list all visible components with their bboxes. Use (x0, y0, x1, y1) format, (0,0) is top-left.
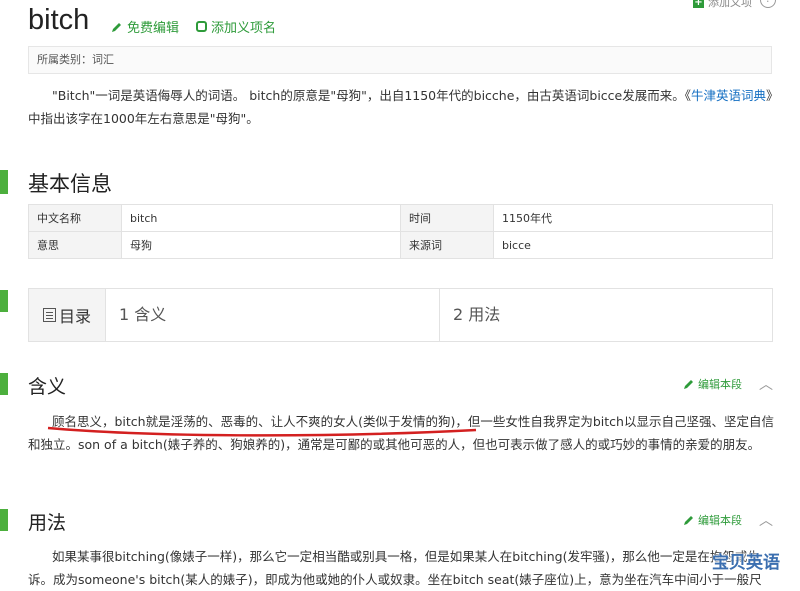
category-box: 所属类别：词汇 (28, 46, 772, 74)
section-bar (0, 509, 8, 531)
pencil-icon (112, 22, 121, 32)
meaning-heading: 含义 (28, 377, 67, 398)
intro-paragraph: "Bitch"一词是英语侮辱人的词语。 bitch的原意是"母狗"，出自1150… (28, 84, 773, 130)
watermark: 宝贝英语 (712, 553, 780, 573)
table-row: 中文名称 bitch 时间 1150年代 (28, 204, 773, 232)
info-key: 来源词 (400, 231, 494, 259)
page-title: bitch (28, 4, 90, 36)
collapse-icon[interactable]: ︿ (759, 510, 773, 530)
help-icon[interactable]: ? (760, 0, 776, 8)
add-meaning-icon (196, 21, 207, 32)
info-value: 母狗 (121, 231, 401, 259)
collapse-icon[interactable]: ︿ (759, 374, 773, 394)
info-value: 1150年代 (493, 204, 773, 232)
catalog-icon (42, 308, 56, 322)
table-row: 意思 母狗 来源词 bicce (28, 231, 773, 259)
info-key: 时间 (400, 204, 494, 232)
toc-item-usage[interactable]: 2 用法 (453, 289, 500, 341)
add-meaning-button[interactable]: 添加义项名 (196, 17, 276, 36)
oxford-dictionary-link[interactable]: 牛津英语词典 (691, 88, 766, 103)
edit-button[interactable]: 免费编辑 (111, 17, 179, 36)
toc-header: 目录 (29, 289, 106, 341)
edit-section-button[interactable]: 编辑本段 (683, 376, 742, 392)
add-meaning-top-button[interactable]: + 添加义项 (693, 0, 752, 10)
basic-info-heading: 基本信息 (28, 173, 112, 196)
add-meaning-top-label: 添加义项 (708, 0, 752, 9)
edit-section-button[interactable]: 编辑本段 (683, 512, 742, 528)
edit-section-label: 编辑本段 (698, 514, 742, 527)
info-value: bicce (493, 231, 773, 259)
usage-heading: 用法 (28, 513, 67, 534)
plus-icon: + (693, 0, 704, 8)
table-of-contents: 目录 1 含义 2 用法 (28, 288, 773, 342)
basic-info-table: 中文名称 bitch 时间 1150年代 意思 母狗 来源词 bicce (28, 204, 773, 259)
edit-label: 免费编辑 (127, 21, 180, 36)
section-bar (0, 290, 8, 312)
info-value: bitch (121, 204, 401, 232)
usage-paragraph: 如果某事很bitching(像婊子一样)，那么它一定相当酷或别具一格，但是如果某… (28, 549, 762, 587)
toc-label: 目录 (58, 307, 91, 326)
section-bar (0, 170, 8, 194)
pencil-icon (684, 380, 693, 389)
toc-item-meaning[interactable]: 1 含义 (119, 289, 166, 341)
add-meaning-label: 添加义项名 (211, 21, 277, 36)
red-underline-annotation (47, 426, 477, 437)
edit-section-label: 编辑本段 (698, 378, 742, 391)
toc-divider (439, 289, 440, 341)
info-key: 意思 (28, 231, 122, 259)
intro-text-before: "Bitch"一词是英语侮辱人的词语。 bitch的原意是"母狗"，出自1150… (52, 88, 691, 103)
info-key: 中文名称 (28, 204, 122, 232)
pencil-icon (684, 516, 693, 525)
section-bar (0, 373, 8, 395)
